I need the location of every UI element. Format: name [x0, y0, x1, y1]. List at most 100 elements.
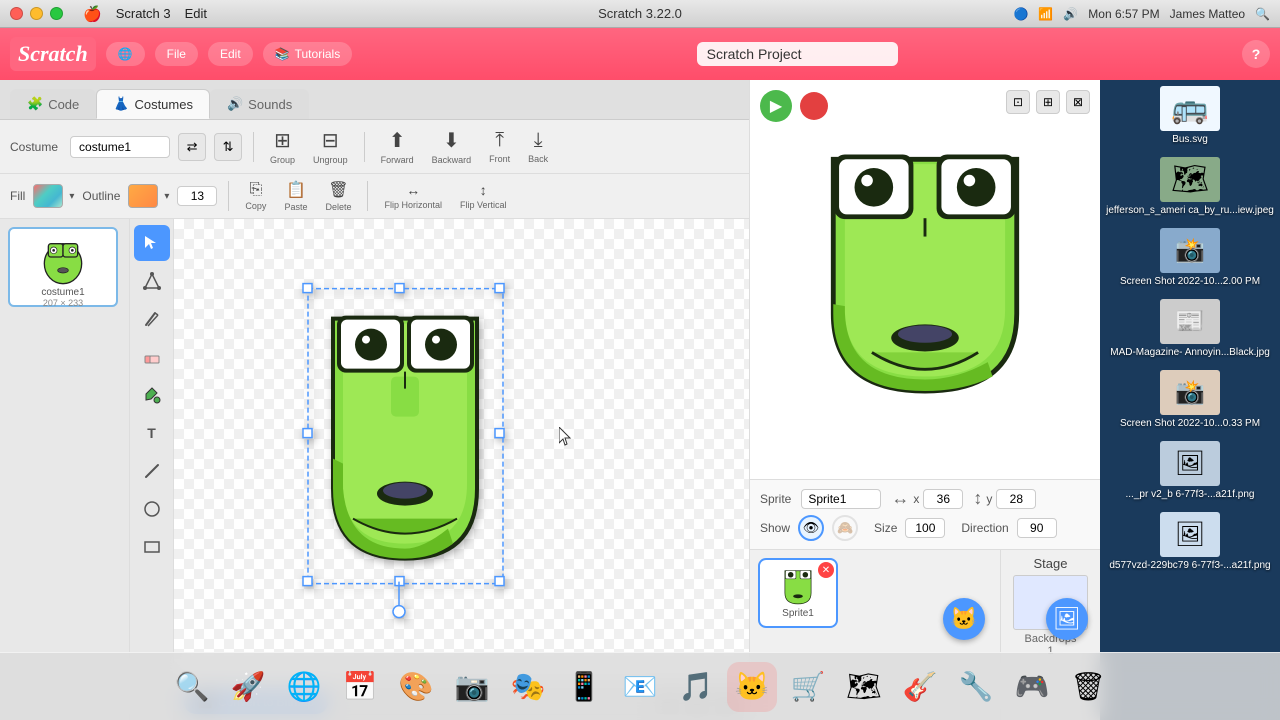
canvas-and-bottom: ⬛ Convert to Bitmap − = + — [174, 219, 749, 720]
window-title: Scratch 3.22.0 — [598, 6, 682, 21]
costumes-icon: 👗 — [113, 96, 129, 112]
add-backdrop-button[interactable]: 🖼 — [1046, 598, 1088, 640]
group-btn[interactable]: ⊞ Group — [265, 126, 300, 167]
paste-btn[interactable]: 📋 Paste — [279, 178, 312, 214]
flip-h-btn[interactable]: ↔ Flip Horizontal — [379, 180, 447, 212]
sprite-thumb-sprite1[interactable]: ✕ Sprite1 — [758, 558, 838, 628]
dock-photos[interactable]: 📷 — [447, 662, 497, 712]
ungroup-btn[interactable]: ⊟ Ungroup — [308, 126, 353, 167]
add-sprite-button[interactable]: 🐱 — [943, 598, 985, 640]
dock-launchpad[interactable]: 🚀 — [223, 662, 273, 712]
minimize-button[interactable] — [30, 7, 43, 20]
select-tool[interactable] — [134, 225, 170, 261]
outline-color-button[interactable] — [128, 184, 158, 208]
show-eye-button[interactable]: 👁 — [798, 515, 824, 541]
delete-label: Delete — [325, 202, 351, 212]
pencil-tool[interactable] — [134, 301, 170, 337]
file-menu-button[interactable]: File — [155, 42, 198, 66]
dock-utilities[interactable]: 🔧 — [951, 662, 1001, 712]
outline-size-input[interactable] — [177, 186, 217, 206]
costume-name-input[interactable] — [70, 136, 170, 158]
reshape-tool[interactable] — [134, 263, 170, 299]
fill-tool[interactable] — [134, 377, 170, 413]
dock-trash[interactable]: 🗑 — [1063, 662, 1113, 712]
outline-dropdown-arrow[interactable]: ▾ — [164, 191, 169, 202]
x-coord-group: ↔ x — [891, 488, 963, 509]
drawing-canvas[interactable] — [174, 219, 749, 682]
language-button[interactable]: 🌐 — [106, 42, 145, 66]
backward-btn[interactable]: ⬇ Backward — [427, 126, 477, 167]
flip-h-icon: ↔ — [406, 182, 420, 198]
y-arrow-icon: ↕ — [973, 488, 982, 509]
search-icon[interactable]: 🔍 — [1255, 7, 1270, 21]
circle-tool[interactable] — [134, 491, 170, 527]
desktop-file-screenshot2[interactable]: 📸 Screen Shot 2022-10...0.33 PM — [1100, 364, 1280, 435]
desktop-file-png1[interactable]: 🖼 ..._pr v2_b 6-77f3-...a21f.png — [1100, 435, 1280, 506]
stage-expand-button[interactable]: ⊞ — [1036, 90, 1060, 114]
maximize-button[interactable] — [50, 7, 63, 20]
tab-costumes[interactable]: 👗 Costumes — [96, 89, 210, 119]
stop-button[interactable] — [800, 92, 828, 120]
stage-fullscreen-button[interactable]: ⊠ — [1066, 90, 1090, 114]
flip-v-btn[interactable]: ↕ Flip Vertical — [455, 180, 512, 212]
dock-maps[interactable]: 🗺 — [839, 662, 889, 712]
dock-music[interactable]: 🎵 — [671, 662, 721, 712]
edit-menu[interactable]: Edit — [185, 6, 207, 21]
help-button[interactable]: ? — [1242, 40, 1270, 68]
flip-v-icon-btn[interactable]: ⇅ — [214, 133, 242, 161]
hide-eye-button[interactable]: 🙈 — [832, 515, 858, 541]
sprite-name-input[interactable] — [801, 489, 881, 509]
sprite-delete-button[interactable]: ✕ — [818, 562, 834, 578]
dock-games[interactable]: 🎮 — [1007, 662, 1057, 712]
eraser-tool[interactable] — [134, 339, 170, 375]
stage-sprite-container — [750, 80, 1100, 479]
dock-chrome[interactable]: 🌐 — [279, 662, 329, 712]
dock-mail[interactable]: 📧 — [615, 662, 665, 712]
back-btn[interactable]: ⤓ Back — [523, 127, 553, 166]
desktop-file-screenshot1[interactable]: 📸 Screen Shot 2022-10...2.00 PM — [1100, 222, 1280, 293]
dock-guitar[interactable]: 🎸 — [895, 662, 945, 712]
delete-btn[interactable]: 🗑 Delete — [320, 178, 356, 214]
front-icon: ⤒ — [495, 129, 504, 152]
size-input[interactable] — [905, 518, 945, 538]
desktop-file-bus[interactable]: 🚌 Bus.svg — [1100, 80, 1280, 151]
close-button[interactable] — [10, 7, 23, 20]
fill-color-button[interactable] — [33, 184, 63, 208]
stage-preview: ▶ ⊡ ⊞ ⊠ — [750, 80, 1100, 480]
dock-photoshop[interactable]: 🎨 — [391, 662, 441, 712]
front-label: Front — [489, 154, 510, 164]
x-coord-input[interactable] — [923, 489, 963, 509]
apple-icon[interactable]: 🍎 — [83, 5, 102, 23]
desktop-file-map[interactable]: 🗺 jefferson_s_ameri ca_by_ru...iew.jpeg — [1100, 151, 1280, 222]
dock-finder[interactable]: 🔍 — [167, 662, 217, 712]
text-tool[interactable]: T — [134, 415, 170, 451]
direction-input[interactable] — [1017, 518, 1057, 538]
guitar-icon: 🎸 — [903, 670, 938, 703]
front-btn[interactable]: ⤒ Front — [484, 127, 515, 166]
desktop-file-png2[interactable]: 🖼 d577vzd-229bc79 6-77f3-...a21f.png — [1100, 506, 1280, 577]
costume-thumb-1[interactable]: costume1 207 × 233 — [8, 227, 118, 307]
edit-menu-button[interactable]: Edit — [208, 42, 253, 66]
copy-btn[interactable]: ⎘ Copy — [240, 179, 271, 213]
dock-calendar[interactable]: 📅 — [335, 662, 385, 712]
line-tool[interactable] — [134, 453, 170, 489]
forward-btn[interactable]: ⬆ Forward — [376, 126, 419, 167]
store-icon: 🛒 — [791, 670, 826, 703]
tab-sounds[interactable]: 🔊 Sounds — [210, 89, 309, 119]
y-coord-input[interactable] — [996, 489, 1036, 509]
flip-icon-btn[interactable]: ⇄ — [178, 133, 206, 161]
tutorials-button[interactable]: 📚 Tutorials — [263, 42, 353, 66]
dock-store[interactable]: 🛒 — [783, 662, 833, 712]
dock-iphone[interactable]: 📱 — [559, 662, 609, 712]
green-flag-button[interactable]: ▶ — [760, 90, 792, 122]
fill-dropdown-arrow[interactable]: ▾ — [69, 191, 74, 202]
project-name-input[interactable] — [697, 42, 898, 66]
dock-facetime[interactable]: 🎭 — [503, 662, 553, 712]
stage-fit-button[interactable]: ⊡ — [1006, 90, 1030, 114]
costume-thumb-name: costume1 — [41, 287, 84, 298]
dock-scratch[interactable]: 🐱 — [727, 662, 777, 712]
desktop-file-mad[interactable]: 📰 MAD-Magazine- Annoyin...Black.jpg — [1100, 293, 1280, 364]
tab-code[interactable]: 🧩 Code — [10, 89, 96, 119]
rect-tool[interactable] — [134, 529, 170, 565]
screenshot1-label: Screen Shot 2022-10...2.00 PM — [1120, 276, 1260, 287]
